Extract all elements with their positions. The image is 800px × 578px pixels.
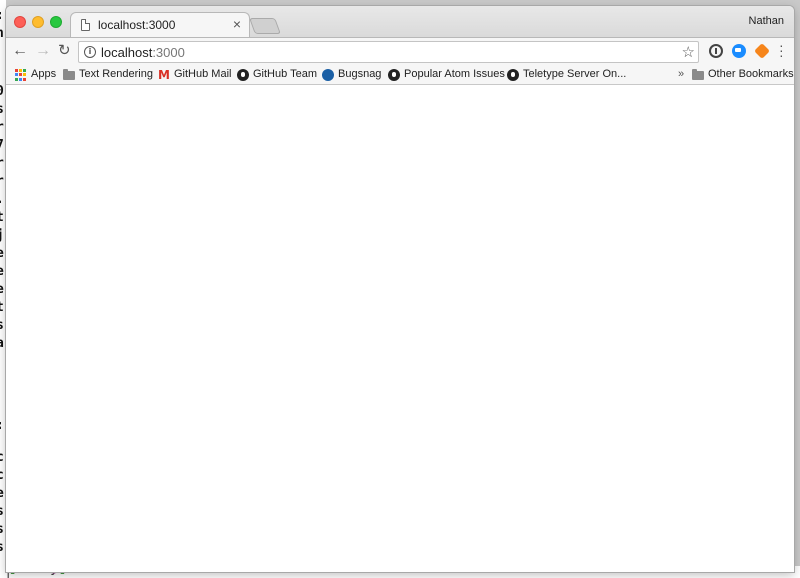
title-bar: localhost:3000 × Nathan [6, 6, 794, 38]
bookmark-star-icon[interactable]: ☆ [682, 43, 695, 61]
extension-camera-icon[interactable] [732, 44, 746, 58]
bookmark-label: Apps [31, 68, 57, 80]
bookmarks-bar: Apps Text Rendering M GitHub Mail GitHub… [6, 66, 794, 85]
terminal-glyph: e [0, 282, 4, 297]
bookmark-label: GitHub Mail [174, 68, 232, 80]
bookmark-label: Other Bookmarks [708, 68, 794, 80]
bookmark-label: GitHub Team [253, 68, 317, 80]
terminal-glyph: s [0, 540, 4, 555]
terminal-glyph: : [0, 418, 4, 433]
terminal-glyph: s [0, 102, 4, 117]
terminal-glyph: t [0, 300, 4, 315]
reload-icon[interactable]: ↻ [58, 42, 71, 60]
terminal-glyph: 0 [0, 84, 4, 99]
terminal-glyph: t [0, 210, 4, 225]
terminal-glyph: s [0, 318, 4, 333]
apps-grid-icon [15, 69, 27, 81]
terminal-glyph: c [0, 468, 4, 483]
folder-icon [692, 69, 704, 80]
gmail-icon: M [158, 68, 170, 82]
chrome-menu-icon[interactable]: · · · [779, 38, 784, 62]
terminal-glyph: s [0, 522, 4, 537]
bugsnag-icon [322, 69, 334, 81]
bookmark-label: Bugsnag [338, 68, 382, 80]
profile-button[interactable]: Nathan [749, 15, 784, 27]
close-window-button[interactable] [14, 16, 26, 28]
terminal-glyph: r [0, 156, 4, 171]
extension-metamask-icon[interactable] [754, 43, 770, 59]
info-icon[interactable]: i [84, 46, 96, 58]
more-bookmarks-chevron-icon[interactable]: » [678, 68, 684, 80]
tab-active[interactable]: localhost:3000 × [70, 12, 250, 38]
address-bar[interactable]: i localhost:3000 ☆ [78, 41, 699, 63]
page-content[interactable] [6, 85, 794, 572]
browser-window: localhost:3000 × Nathan ← → ↻ i localhos… [6, 6, 794, 572]
terminal-glyph: n [0, 26, 4, 41]
back-arrow-icon[interactable]: ← [12, 42, 28, 60]
terminal-glyph: . [0, 192, 4, 207]
terminal-glyph: : [0, 8, 4, 23]
forward-arrow-icon[interactable]: → [35, 42, 51, 60]
page-icon [81, 19, 90, 31]
terminal-glyph: 7 [0, 138, 4, 153]
extension-1password-icon[interactable] [709, 44, 723, 58]
terminal-glyph: e [0, 246, 4, 261]
terminal-glyph: r [0, 120, 4, 135]
new-tab-button[interactable] [249, 18, 281, 34]
terminal-glyph: j [0, 228, 4, 243]
terminal-glyph: e [0, 486, 4, 501]
terminal-glyph: r [0, 174, 4, 189]
close-tab-icon[interactable]: × [233, 16, 241, 32]
terminal-glyph: e [0, 264, 4, 279]
terminal-glyph: c [0, 450, 4, 465]
bookmark-label: Teletype Server On... [523, 68, 627, 80]
github-icon [388, 69, 400, 81]
maximize-window-button[interactable] [50, 16, 62, 28]
folder-icon [63, 69, 75, 80]
bookmark-label: Popular Atom Issues [404, 68, 505, 80]
github-icon [507, 69, 519, 81]
github-icon [237, 69, 249, 81]
navigation-toolbar: ← → ↻ i localhost:3000 ☆ · · · [6, 37, 794, 66]
tab-title: localhost:3000 [98, 18, 176, 32]
url-text[interactable]: localhost:3000 [101, 45, 185, 60]
terminal-glyph: a [0, 336, 4, 351]
terminal-glyph: s [0, 504, 4, 519]
bookmark-label: Text Rendering [79, 68, 153, 80]
minimize-window-button[interactable] [32, 16, 44, 28]
